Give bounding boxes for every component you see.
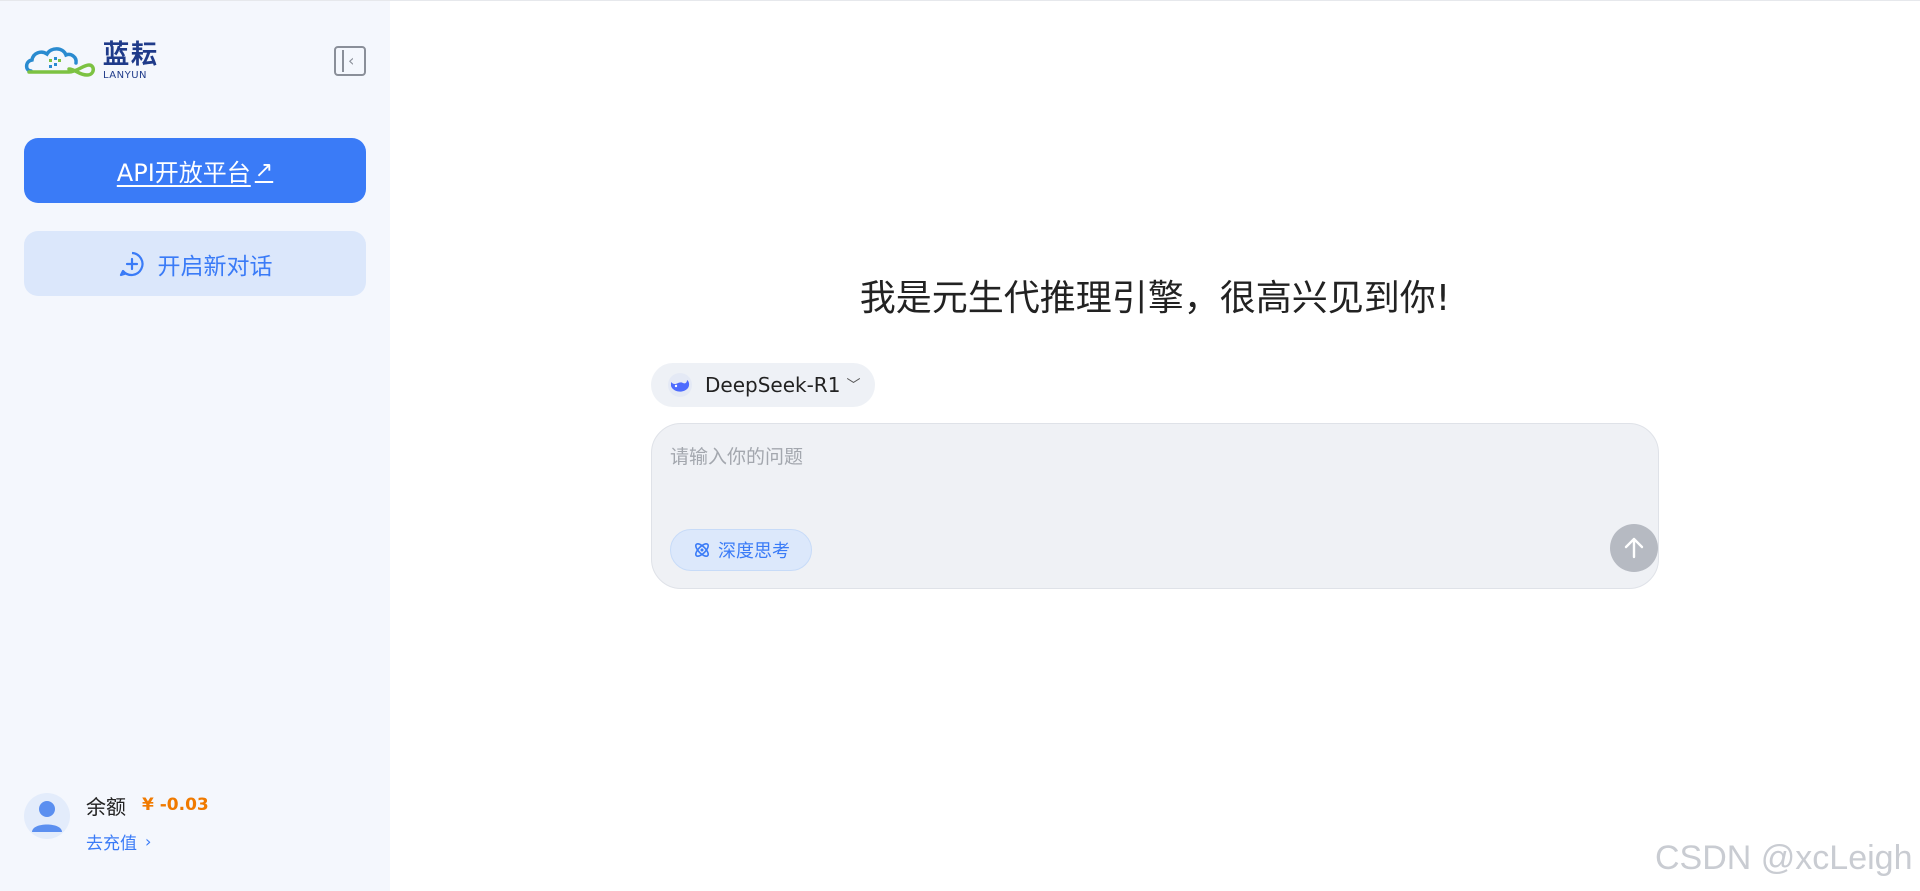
- whale-icon: [668, 373, 692, 397]
- arrow-up-icon: [1624, 537, 1644, 559]
- model-name: DeepSeek-R1: [705, 373, 841, 397]
- prompt-input-box: 深度思考: [651, 423, 1659, 589]
- main-panel: 我是元生代推理引擎，很高兴见到你! DeepSeek-R1 ﹀ 深度思考: [390, 1, 1920, 891]
- external-link-icon: ↗: [254, 158, 274, 183]
- avatar[interactable]: [24, 793, 70, 839]
- api-platform-button[interactable]: API开放平台 ↗: [24, 138, 366, 203]
- chat-plus-icon: [119, 251, 144, 276]
- user-icon: [32, 801, 62, 832]
- greeting-title: 我是元生代推理引擎，很高兴见到你!: [859, 278, 1451, 319]
- account-panel: 余额 ¥ -0.03 去充值 ›: [24, 793, 209, 854]
- sidebar: 蓝耘 LANYUN ‹ API开放平台 ↗ 开启新对话 余额 ¥ -0.03 去…: [0, 1, 390, 891]
- send-button[interactable]: [1610, 524, 1658, 572]
- deep-think-label: 深度思考: [718, 541, 790, 562]
- cloud-logo-icon: [24, 47, 95, 77]
- api-platform-label: API开放平台: [116, 159, 251, 187]
- chevron-right-icon: ›: [145, 832, 152, 851]
- watermark: CSDN @xcLeigh: [1655, 839, 1913, 877]
- balance-value: ¥ -0.03: [142, 795, 209, 815]
- chevron-left-icon: ‹: [348, 51, 355, 70]
- logo-text-cn: 蓝耘: [103, 39, 160, 70]
- model-selector[interactable]: DeepSeek-R1 ﹀: [651, 363, 875, 407]
- recharge-link[interactable]: 去充值 ›: [86, 829, 209, 854]
- logo: 蓝耘 LANYUN: [23, 41, 159, 81]
- prompt-input[interactable]: [670, 442, 1630, 502]
- sidebar-collapse-icon: [342, 50, 344, 72]
- chevron-down-icon: ﹀: [846, 378, 861, 394]
- logo-text-en: LANYUN: [103, 69, 148, 81]
- atom-icon: [695, 543, 709, 557]
- new-chat-button[interactable]: 开启新对话: [24, 231, 366, 296]
- recharge-label: 去充值: [86, 834, 137, 854]
- balance-label: 余额: [86, 794, 126, 819]
- new-chat-label: 开启新对话: [157, 253, 273, 280]
- collapse-sidebar-button[interactable]: ‹: [334, 46, 366, 76]
- deep-think-toggle[interactable]: 深度思考: [670, 529, 812, 571]
- app-window: 蓝耘 LANYUN ‹ API开放平台 ↗ 开启新对话 余额 ¥ -0.03 去…: [0, 0, 1920, 891]
